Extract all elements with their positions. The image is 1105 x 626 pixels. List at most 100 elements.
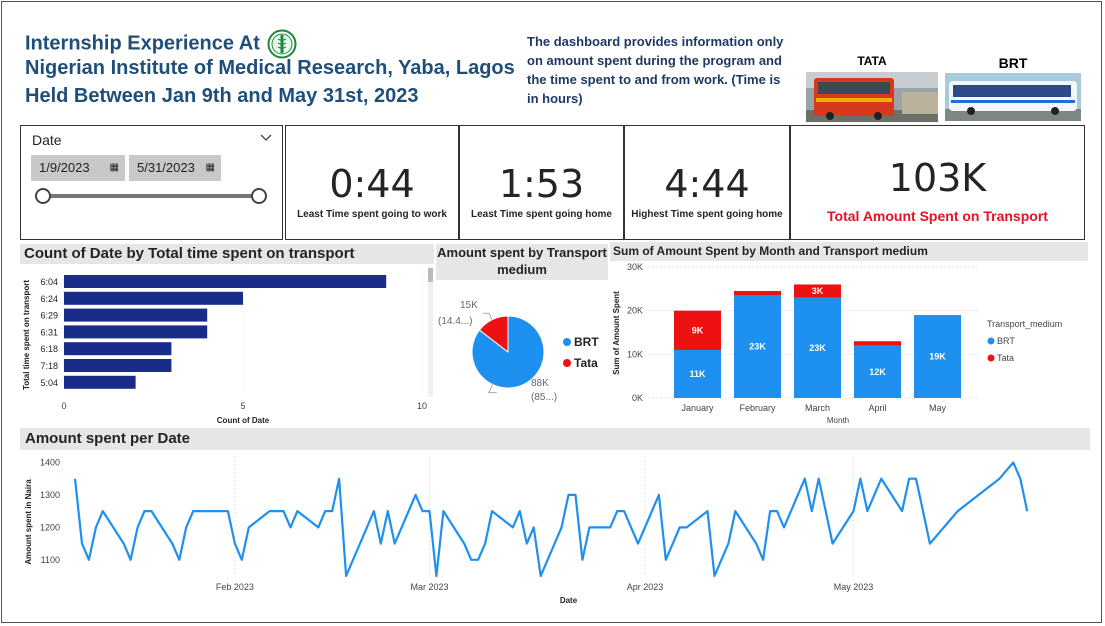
x-axis-title: Date	[560, 596, 578, 605]
x-axis-title: Count of Date	[217, 416, 270, 425]
kpi-value: 0:44	[329, 162, 415, 206]
category-label: 6:31	[40, 327, 58, 337]
kpi-label: Highest Time spent going home	[631, 209, 783, 220]
pie-title: Amount spent by Transport medium	[436, 244, 608, 280]
x-tick-label: April	[868, 403, 886, 413]
end-date-input[interactable]: 5/31/2023 ▦	[129, 155, 221, 181]
slice-label: 88K	[531, 378, 549, 389]
line-title: Amount spent per Date	[20, 428, 1090, 450]
y-tick-label: 1300	[40, 490, 60, 500]
x-tick-label: May 2023	[834, 582, 874, 592]
amount-per-date-line-chart: Feb 2023 Mar 2023 Apr 2023 May 2023 1100 1200…	[24, 456, 1029, 605]
kpi-value: 1:53	[498, 162, 585, 206]
scrollbar-track	[428, 267, 433, 397]
x-tick-label: March	[805, 403, 830, 413]
bar	[64, 375, 136, 389]
slider-end-handle[interactable]	[251, 188, 267, 204]
hbar-title: Count of Date by Total time spent on tra…	[20, 244, 434, 264]
date-filter-card: Date 1/9/2023 ▦ 5/31/2023 ▦	[20, 125, 283, 240]
data-label: 23K	[809, 343, 826, 353]
time-spent-bar-chart: 6:04 6:24 6:29 6:31 6:18 7:18 5:04 0 5 10 Count of…	[22, 267, 433, 425]
brt-label: BRT	[998, 55, 1028, 71]
stacked-title: Sum of Amount Spent by Month and Transpo…	[610, 242, 1088, 261]
scrollbar-thumb	[428, 268, 433, 282]
kpi-card-highest-home: 4:44 Highest Time spent going home	[624, 125, 790, 240]
y-tick-label: 30K	[627, 262, 643, 272]
x-tick-label: Apr 2023	[627, 582, 664, 592]
category-label: 5:04	[40, 378, 58, 388]
bar-segment	[734, 291, 781, 296]
bar	[64, 291, 243, 305]
y-tick-label: 0K	[632, 393, 643, 403]
title-line-1: Internship Experience At	[25, 29, 297, 59]
slider-track	[43, 194, 259, 198]
bar	[64, 342, 172, 356]
data-label: 23K	[749, 342, 766, 352]
y-tick-label: 1100	[41, 555, 60, 565]
slice-label: (85...)	[531, 392, 557, 403]
x-tick-label: 10	[417, 401, 427, 411]
legend-label: Tata	[574, 356, 598, 370]
calendar-icon[interactable]: ▦	[110, 155, 119, 181]
bar	[64, 308, 208, 322]
y-tick-label: 10K	[627, 349, 643, 359]
title-text-1: Internship Experience At	[25, 32, 260, 55]
kpi-card-least-home: 1:53 Least Time spent going home	[459, 125, 624, 240]
series-line	[73, 461, 1029, 578]
category-label: 6:04	[40, 277, 58, 287]
monthly-stacked-chart: 0K 10K 20K 30K 11K 9K January 23K February 23K 3K M…	[612, 262, 1062, 425]
brt-bus-image	[945, 73, 1081, 121]
legend-label: BRT	[997, 336, 1015, 346]
transport-pie-chart: 88K (85...) 15K (14.4...) BRT Tata	[438, 300, 599, 403]
kpi-value: 4:44	[664, 162, 750, 206]
end-date-value: 5/31/2023	[137, 160, 195, 175]
data-label: 11K	[689, 369, 706, 379]
tata-label: TATA	[857, 54, 887, 68]
category-label: 6:18	[40, 344, 58, 354]
leader-line	[482, 312, 493, 320]
y-axis-title: Sum of Amount Spent	[612, 291, 621, 375]
x-tick-label: January	[681, 403, 714, 413]
legend-marker	[987, 337, 995, 345]
legend-marker	[563, 359, 571, 367]
legend-label: BRT	[574, 335, 599, 349]
y-axis-title: Total time spent on transport	[22, 280, 31, 390]
data-label: 3K	[812, 286, 824, 296]
data-label: 9K	[692, 325, 704, 335]
category-label: 7:18	[40, 361, 58, 371]
title-line-3: Held Between Jan 9th and May 31st, 2023	[25, 85, 419, 107]
y-tick-label: 20K	[627, 306, 643, 316]
dashboard-description: The dashboard provides information only …	[527, 34, 784, 106]
chevron-down-icon[interactable]	[260, 134, 272, 142]
start-date-value: 1/9/2023	[39, 160, 90, 175]
bar	[64, 275, 387, 288]
slice-label: (14.4...)	[438, 316, 472, 327]
bar	[64, 359, 172, 372]
legend-label: Tata	[997, 353, 1014, 363]
kpi-card-least-work: 0:44 Least Time spent going to work	[285, 125, 459, 240]
y-tick-label: 1400	[40, 457, 60, 467]
title-line-2: Nigerian Institute of Medical Research, …	[25, 57, 515, 79]
x-tick-label: Feb 2023	[216, 582, 254, 592]
start-date-input[interactable]: 1/9/2023 ▦	[31, 155, 125, 181]
kpi-label: Least Time spent going to work	[297, 209, 447, 220]
x-tick-label: 5	[240, 401, 245, 411]
slice-label: 15K	[460, 300, 478, 311]
slider-start-handle[interactable]	[35, 188, 51, 204]
calendar-icon[interactable]: ▦	[206, 155, 215, 181]
total-label: Total Amount Spent on Transport	[827, 208, 1048, 224]
bar-segment	[854, 341, 901, 346]
legend-title: Transport_medium	[987, 319, 1062, 329]
x-tick-label: February	[739, 403, 776, 413]
y-tick-label: 1200	[40, 522, 60, 532]
data-label: 12K	[869, 367, 886, 377]
x-tick-label: 0	[61, 401, 66, 411]
kpi-label: Least Time spent going home	[471, 209, 612, 220]
kpi-card-total: 103K Total Amount Spent on Transport	[790, 125, 1085, 240]
category-label: 6:29	[40, 311, 58, 321]
legend-marker	[987, 354, 995, 362]
x-axis-title: Month	[827, 416, 849, 425]
bar	[64, 325, 208, 339]
total-value: 103K	[888, 156, 987, 200]
nimr-logo-icon	[267, 29, 297, 59]
